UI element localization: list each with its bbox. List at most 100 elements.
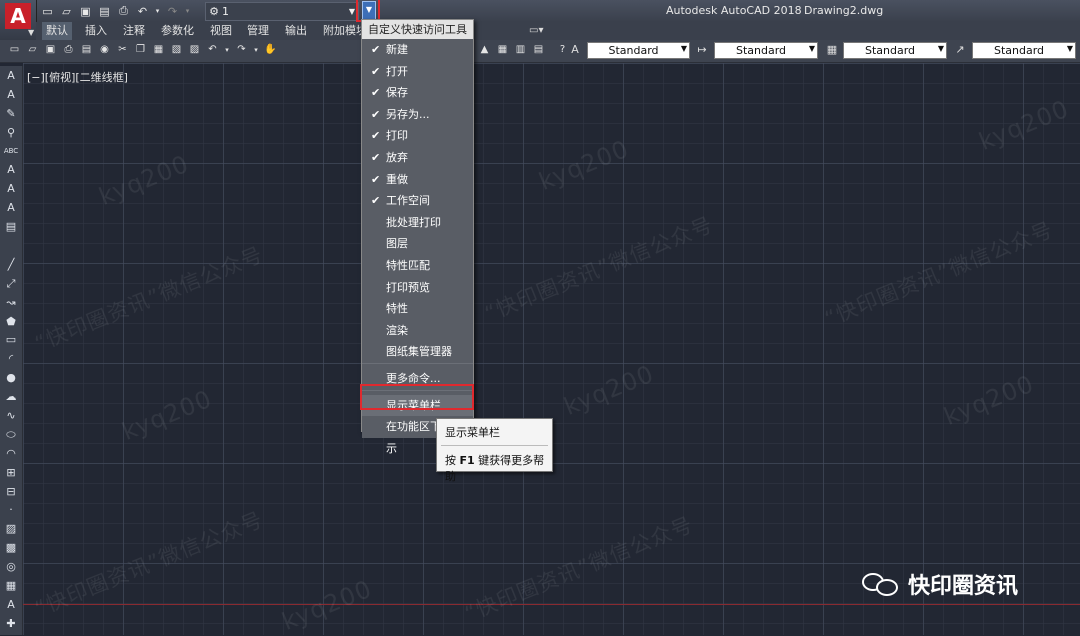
print-icon[interactable]: ⎙	[62, 43, 75, 57]
circle-icon[interactable]: ●	[0, 368, 22, 387]
menu-item[interactable]: ✔ 重做	[362, 168, 473, 191]
print-icon[interactable]: ⎙	[116, 4, 131, 19]
menu-item[interactable]: ✔ 打印	[362, 125, 473, 147]
autocad-logo-icon: A	[5, 3, 31, 29]
rectangle-icon[interactable]: ▭	[0, 330, 22, 349]
menu-item[interactable]: 图层	[362, 233, 473, 255]
revcloud-icon[interactable]: ☁	[0, 387, 22, 406]
text-style-icon[interactable]: A	[0, 160, 22, 179]
tab-parametric[interactable]: 参数化	[157, 22, 198, 40]
undo-dropdown-icon[interactable]: ▾	[224, 43, 230, 57]
open-folder-icon[interactable]: ▱	[26, 43, 39, 57]
new-icon[interactable]: ▭	[40, 4, 55, 19]
undo-icon[interactable]: ↶	[206, 43, 219, 57]
menu-item-label: 打印	[386, 129, 408, 143]
new-icon[interactable]: ▭	[8, 43, 21, 57]
sheet-set-icon[interactable]: ▤	[532, 43, 545, 57]
workspace-select[interactable]: ⚙ 1 ▼	[205, 2, 359, 21]
open-folder-icon[interactable]: ▱	[59, 4, 74, 19]
construction-line-icon[interactable]: ⤢	[0, 274, 22, 293]
point-icon[interactable]: ·	[0, 500, 22, 519]
multileader-style-icon: ↗	[955, 43, 965, 56]
chevron-down-icon: ▼	[808, 44, 815, 53]
pan-icon[interactable]: ✋	[264, 43, 277, 57]
make-block-icon[interactable]: ⊟	[0, 482, 22, 501]
tab-home[interactable]: 默认	[42, 22, 72, 40]
menu-item-label: 打开	[386, 64, 408, 78]
undo-dropdown-icon[interactable]: ▾	[154, 4, 161, 19]
design-center-icon[interactable]: ▦	[496, 43, 509, 57]
dimension-style-select[interactable]: Standard ▼	[714, 42, 818, 59]
tab-view[interactable]: 视图	[206, 22, 236, 40]
text-style-select[interactable]: Standard ▼	[587, 42, 690, 59]
tab-output[interactable]: 输出	[281, 22, 311, 40]
menu-item-label: 打印预览	[386, 280, 430, 294]
polygon-icon[interactable]: ⬟	[0, 312, 22, 331]
tab-annotate[interactable]: 注释	[119, 22, 149, 40]
insert-block-icon[interactable]: ⊞	[0, 463, 22, 482]
menu-item[interactable]: ✔ 保存	[362, 82, 473, 104]
tool-palettes-icon[interactable]: ▥	[514, 43, 527, 57]
save-icon[interactable]: ▣	[78, 4, 93, 19]
block-editor-icon[interactable]: ▨	[188, 43, 201, 57]
text-scale-icon[interactable]: A	[0, 179, 22, 198]
menu-item[interactable]: 图纸集管理器	[362, 341, 473, 363]
viewport-controls[interactable]: [−][俯视][二维线框]	[27, 69, 128, 85]
menu-item[interactable]: ✔ 工作空间	[362, 190, 473, 212]
paste-icon[interactable]: ▦	[152, 43, 165, 57]
match-properties-icon[interactable]: ▧	[170, 43, 183, 57]
mtext-icon[interactable]: A	[0, 595, 22, 614]
application-menu-button[interactable]: A ▼	[0, 0, 37, 40]
ellipse-icon[interactable]: ⬭	[0, 425, 22, 444]
menu-item[interactable]: 打印预览	[362, 276, 473, 299]
table-style-select[interactable]: Standard ▼	[843, 42, 947, 59]
redo-dropdown-icon[interactable]: ▾	[253, 43, 259, 57]
redo-dropdown-icon[interactable]: ▾	[184, 4, 191, 19]
table-icon[interactable]: ▦	[0, 576, 22, 595]
menu-items: ✔ 新建 ✔ 打开 ✔ 保存 ✔ 另存为... ✔ 打印 ✔ 放弃 ✔ 重做 ✔ 工作空间 批处理打印 图层 特性匹…	[362, 39, 473, 363]
menu-item[interactable]: ✔ 打开	[362, 60, 473, 83]
mtext-icon[interactable]: A	[0, 66, 22, 85]
cut-icon[interactable]: ✂	[116, 43, 129, 57]
gradient-icon[interactable]: ▩	[0, 538, 22, 557]
save-icon[interactable]: ▣	[44, 43, 57, 57]
menu-item[interactable]: 批处理打印	[362, 211, 473, 234]
line-icon[interactable]: ╱	[0, 255, 22, 274]
region-icon[interactable]: ◎	[0, 557, 22, 576]
print-preview-icon[interactable]: ▤	[80, 43, 93, 57]
menu-item[interactable]: ✔ 放弃	[362, 146, 473, 169]
convert-text-icon[interactable]: ▤	[0, 217, 22, 236]
dimension-style-icon: ↦	[697, 43, 707, 56]
save-as-icon[interactable]: ▤	[97, 4, 112, 19]
multileader-style-select[interactable]: Standard ▼	[972, 42, 1076, 59]
edit-text-icon[interactable]: ✎	[0, 104, 22, 123]
ellipse-arc-icon[interactable]: ◠	[0, 444, 22, 463]
find-icon[interactable]: ⚲	[0, 123, 22, 142]
undo-icon[interactable]: ↶	[135, 4, 150, 19]
left-toolbar: A A ✎ ⚲ ABC A A A ▤ ╱ ⤢ ↝ ⬟ ▭ ◜ ● ☁ ∿ ⬭ …	[0, 66, 23, 635]
tab-manage[interactable]: 管理	[243, 22, 273, 40]
tab-insert[interactable]: 插入	[81, 22, 111, 40]
publish-icon[interactable]: ◉	[98, 43, 111, 57]
polyline-icon[interactable]: ↝	[0, 293, 22, 312]
redo-icon[interactable]: ↷	[165, 4, 180, 19]
standard-toolbar: ▭ ▱ ▣ ⎙ ▤ ◉ ✂ ❐ ▦ ▧ ▨ ↶ ▾ ↷ ▾ ✋ ▲ ▦ ▥ ▤ …	[0, 40, 1080, 63]
spell-check-icon[interactable]: ABC	[0, 142, 22, 161]
copy-icon[interactable]: ❐	[134, 43, 147, 57]
text-icon[interactable]: A	[0, 85, 22, 104]
ribbon-minimize-icon[interactable]: ▭▾	[529, 25, 543, 36]
menu-item[interactable]: 特性匹配	[362, 254, 473, 277]
justify-text-icon[interactable]: A	[0, 198, 22, 217]
menu-item[interactable]: 渲染	[362, 319, 473, 342]
ribbon-tabs: 默认 插入 注释 参数化 视图 管理 输出 附加模块 ▭▾	[36, 22, 1080, 40]
menu-item[interactable]: ✔ 另存为...	[362, 103, 473, 126]
add-selected-icon[interactable]: ✚	[0, 614, 22, 633]
brand-name: 快印圈资讯	[908, 574, 1019, 599]
hatch-icon[interactable]: ▨	[0, 519, 22, 538]
menu-item[interactable]: ✔ 新建	[362, 39, 473, 61]
menu-item[interactable]: 特性	[362, 298, 473, 320]
properties-icon[interactable]: ▲	[478, 43, 491, 57]
redo-icon[interactable]: ↷	[235, 43, 248, 57]
spline-icon[interactable]: ∿	[0, 406, 22, 425]
arc-icon[interactable]: ◜	[0, 349, 22, 368]
